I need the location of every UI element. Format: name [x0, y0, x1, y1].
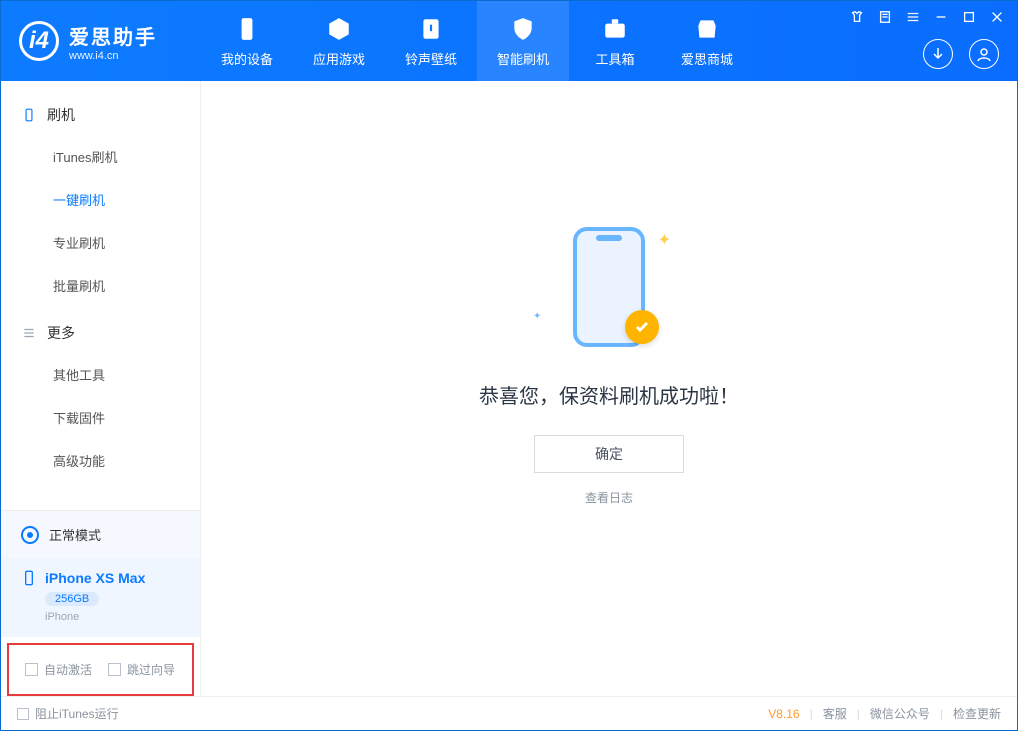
device-small-icon — [21, 107, 37, 123]
device-name: iPhone XS Max — [45, 570, 145, 586]
app-window: i4 爱思助手 www.i4.cn 我的设备 应用游戏 铃声壁纸 智能刷机 — [0, 0, 1018, 731]
sidebar-items-more: 其他工具 下载固件 高级功能 — [1, 353, 200, 482]
tab-my-device[interactable]: 我的设备 — [201, 1, 293, 81]
list-icon — [21, 325, 37, 341]
checkbox-block-itunes[interactable]: 阻止iTunes运行 — [17, 705, 119, 722]
menu-icon[interactable] — [905, 9, 921, 25]
tab-apps-games[interactable]: 应用游戏 — [293, 1, 385, 81]
titlebar: i4 爱思助手 www.i4.cn 我的设备 应用游戏 铃声壁纸 智能刷机 — [1, 1, 1017, 81]
check-update-link[interactable]: 检查更新 — [953, 705, 1001, 722]
wechat-link[interactable]: 微信公众号 — [870, 705, 930, 722]
checkbox-auto-activate[interactable]: 自动激活 — [25, 661, 92, 678]
app-name: 爱思助手 — [69, 21, 157, 50]
app-url: www.i4.cn — [69, 50, 157, 62]
device-type: iPhone — [45, 611, 180, 623]
sidebar-group-title-more: 更多 — [1, 313, 200, 353]
support-link[interactable]: 客服 — [823, 705, 847, 722]
sidebar-group-more: 更多 其他工具 下载固件 高级功能 — [1, 313, 200, 488]
main-pane: ✦ ✦ 恭喜您，保资料刷机成功啦！ 确定 查看日志 — [201, 81, 1017, 696]
maximize-icon[interactable] — [961, 9, 977, 25]
download-icon[interactable] — [923, 39, 953, 69]
tab-label: 爱思商城 — [681, 49, 733, 68]
device-row[interactable]: iPhone XS Max 256GB iPhone — [1, 558, 200, 637]
mode-dot-icon — [21, 526, 39, 544]
ok-button[interactable]: 确定 — [534, 435, 684, 473]
briefcase-icon — [601, 15, 629, 43]
success-illustration: ✦ ✦ — [519, 212, 699, 362]
sidebar-item-itunes-flash[interactable]: iTunes刷机 — [1, 135, 200, 178]
checkbox-icon — [25, 663, 38, 676]
tab-label: 工具箱 — [595, 49, 634, 68]
titlebar-action-icons — [923, 39, 999, 69]
checkbox-icon — [17, 708, 29, 720]
tab-label: 我的设备 — [221, 49, 273, 68]
window-controls — [849, 9, 1005, 25]
success-message: 恭喜您，保资料刷机成功啦！ — [479, 380, 739, 409]
shield-refresh-icon — [509, 15, 537, 43]
sidebar-group-label: 刷机 — [47, 105, 75, 125]
tab-store[interactable]: 爱思商城 — [661, 1, 753, 81]
logo-text: 爱思助手 www.i4.cn — [69, 21, 157, 62]
sidebar-item-download-firmware[interactable]: 下载固件 — [1, 396, 200, 439]
sidebar-item-other-tools[interactable]: 其他工具 — [1, 353, 200, 396]
device-name-row: iPhone XS Max — [21, 570, 180, 586]
note-icon[interactable] — [877, 9, 893, 25]
minimize-icon[interactable] — [933, 9, 949, 25]
device-mode-label: 正常模式 — [49, 525, 101, 544]
tab-toolbox[interactable]: 工具箱 — [569, 1, 661, 81]
checkbox-icon — [108, 663, 121, 676]
check-badge-icon — [625, 310, 659, 344]
checkbox-skip-guide[interactable]: 跳过向导 — [108, 661, 175, 678]
shop-icon — [693, 15, 721, 43]
statusbar: 阻止iTunes运行 V8.16 | 客服 | 微信公众号 | 检查更新 — [1, 696, 1017, 730]
version-label: V8.16 — [768, 707, 799, 721]
sidebar-item-oneclick-flash[interactable]: 一键刷机 — [1, 178, 200, 221]
statusbar-right: V8.16 | 客服 | 微信公众号 | 检查更新 — [768, 705, 1001, 722]
sidebar-item-batch-flash[interactable]: 批量刷机 — [1, 264, 200, 307]
titlebar-right — [849, 1, 1005, 81]
sidebar-item-advanced[interactable]: 高级功能 — [1, 439, 200, 482]
nav-tabs: 我的设备 应用游戏 铃声壁纸 智能刷机 工具箱 爱思商城 — [201, 1, 753, 81]
checkbox-label: 跳过向导 — [127, 661, 175, 678]
device-mode-row[interactable]: 正常模式 — [1, 511, 200, 558]
sidebar-group-title-flash: 刷机 — [1, 95, 200, 135]
sparkle-icon: ✦ — [658, 230, 671, 250]
view-log-link[interactable]: 查看日志 — [585, 489, 633, 506]
tab-smart-flash[interactable]: 智能刷机 — [477, 1, 569, 81]
phone-icon — [233, 15, 261, 43]
body-area: 刷机 iTunes刷机 一键刷机 专业刷机 批量刷机 更多 其他工具 下载固件 … — [1, 81, 1017, 696]
phone-small-icon — [21, 570, 37, 586]
sparkle-icon: ✦ — [533, 311, 541, 322]
tab-label: 智能刷机 — [497, 49, 549, 68]
logo-block: i4 爱思助手 www.i4.cn — [1, 1, 201, 81]
sidebar: 刷机 iTunes刷机 一键刷机 专业刷机 批量刷机 更多 其他工具 下载固件 … — [1, 81, 201, 696]
sidebar-group-label: 更多 — [47, 323, 75, 343]
shirt-icon[interactable] — [849, 9, 865, 25]
tab-label: 应用游戏 — [313, 49, 365, 68]
sidebar-bottom: 正常模式 iPhone XS Max 256GB iPhone 自动激活 — [1, 510, 200, 696]
tab-label: 铃声壁纸 — [405, 49, 457, 68]
sidebar-group-flash: 刷机 iTunes刷机 一键刷机 专业刷机 批量刷机 — [1, 95, 200, 313]
close-icon[interactable] — [989, 9, 1005, 25]
checkbox-label: 自动激活 — [44, 661, 92, 678]
music-note-icon — [417, 15, 445, 43]
tab-ringtones-wallpapers[interactable]: 铃声壁纸 — [385, 1, 477, 81]
logo-icon: i4 — [19, 21, 59, 61]
profile-icon[interactable] — [969, 39, 999, 69]
flash-options-row: 自动激活 跳过向导 — [7, 643, 194, 696]
device-capacity: 256GB — [45, 592, 99, 606]
checkbox-label: 阻止iTunes运行 — [35, 705, 119, 722]
cube-icon — [325, 15, 353, 43]
sidebar-items-flash: iTunes刷机 一键刷机 专业刷机 批量刷机 — [1, 135, 200, 307]
sidebar-item-pro-flash[interactable]: 专业刷机 — [1, 221, 200, 264]
